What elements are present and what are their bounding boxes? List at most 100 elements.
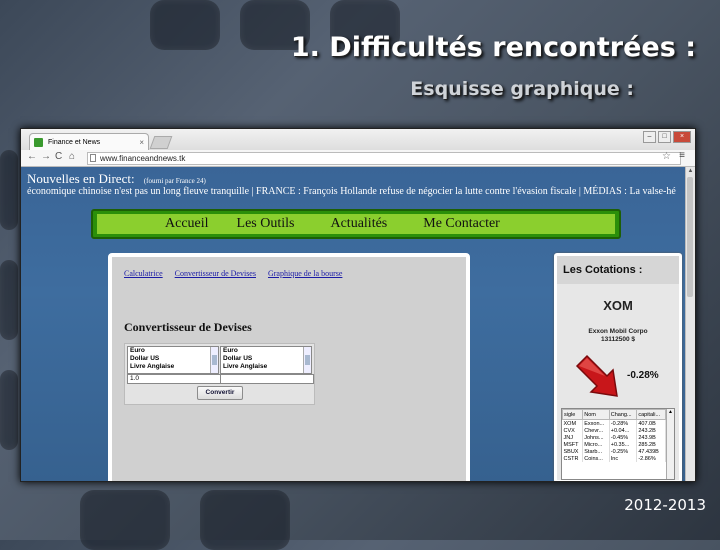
result-field[interactable] (220, 374, 314, 384)
list-item[interactable]: Dollar US (221, 355, 311, 363)
background-key (0, 150, 18, 230)
to-currency-list[interactable]: Euro Dollar US Livre Anglaise (220, 346, 312, 374)
tools-tabs: Calculatrice Convertisseur de Devises Gr… (124, 269, 352, 278)
close-tab-icon[interactable]: × (139, 134, 144, 151)
list-item[interactable]: Euro (221, 347, 311, 355)
table-cell: -0.28% (609, 419, 638, 427)
quote-symbol: XOM (603, 298, 633, 313)
browser-tab[interactable]: Finance et News × (29, 133, 149, 150)
table-scrollbar[interactable]: ▲ (666, 409, 674, 479)
tools-panel: Calculatrice Convertisseur de Devises Gr… (108, 253, 470, 481)
slide-year: 2012-2013 (624, 496, 706, 514)
window-controls: – □ × (643, 131, 691, 143)
tab-graphique[interactable]: Graphique de la bourse (268, 269, 342, 278)
table-cell: CSTR (562, 455, 584, 462)
nav-link-accueil[interactable]: Accueil (165, 214, 209, 234)
back-arrow-icon[interactable]: ← (27, 151, 37, 162)
table-cell: 407.0B (636, 419, 666, 427)
quote-company: Exxon Mobil Corpo (588, 328, 648, 335)
tab-calculatrice[interactable]: Calculatrice (124, 269, 163, 278)
background-key (0, 370, 18, 450)
table-cell: SBUX (562, 448, 584, 455)
minimize-icon[interactable]: – (643, 131, 656, 143)
address-bar[interactable]: www.financeandnews.tk (87, 152, 681, 165)
list-item[interactable]: Dollar US (128, 355, 218, 363)
browser-window: Finance et News × – □ × ← → C ⌂ www.fina… (20, 128, 696, 482)
table-cell: 243.2B (636, 427, 666, 434)
new-tab-button[interactable] (149, 136, 173, 149)
quotes-table[interactable]: sigle Nom Chang... capitali... XOM Exxon.… (561, 408, 675, 480)
table-row[interactable]: XOM Exxon... -0.28% 407.0B (562, 419, 666, 427)
quotes-panel: Les Cotations : XOM Exxon Mobil Corpo 13… (554, 253, 682, 481)
list-item[interactable]: Euro (128, 347, 218, 355)
table-cell: Coins... (582, 455, 610, 462)
nav-link-contact[interactable]: Me Contacter (423, 214, 500, 234)
news-heading: Nouvelles en Direct: (fourni par France … (27, 171, 206, 187)
table-row[interactable]: CVX Chevr... +0.04... 243.2B (562, 427, 666, 434)
table-cell: Chevr... (582, 427, 610, 434)
converter-title: Convertisseur de Devises (124, 320, 252, 334)
news-ticker[interactable]: économique chinoise n'est pas un long fl… (27, 186, 676, 197)
table-cell: -2.86% (636, 455, 666, 462)
maximize-icon[interactable]: □ (658, 131, 671, 143)
table-cell: -0.25% (609, 448, 638, 455)
convert-button[interactable]: Convertir (197, 386, 243, 400)
from-currency-list[interactable]: Euro Dollar US Livre Anglaise (127, 346, 219, 374)
column-header[interactable]: Chang... (608, 409, 638, 420)
forward-arrow-icon[interactable]: → (41, 151, 51, 162)
scroll-thumb[interactable] (687, 177, 693, 297)
table-cell: Starb... (582, 448, 610, 455)
amount-input[interactable]: 1.0 (127, 374, 221, 384)
scroll-up-icon[interactable]: ▲ (687, 168, 694, 175)
table-cell: -0.45% (609, 434, 638, 441)
home-icon[interactable]: ⌂ (69, 151, 75, 162)
reload-icon[interactable]: C (55, 151, 62, 162)
column-header[interactable]: Nom (582, 409, 610, 420)
news-heading-text: Nouvelles en Direct: (27, 171, 135, 186)
slide-title: 1. Difficultés rencontrées : (290, 32, 696, 63)
nav-link-actualites[interactable]: Actualités (330, 214, 387, 234)
table-row[interactable]: CSTR Coins... Inc -2.86% (562, 455, 666, 462)
browser-toolbar: ← → C ⌂ www.financeandnews.tk ☆ ≡ (21, 150, 695, 167)
table-cell: 47.439B (636, 448, 666, 455)
list-item[interactable]: Livre Anglaise (128, 363, 218, 371)
table-cell: Inc (609, 455, 638, 462)
page-icon (90, 154, 96, 162)
column-header[interactable]: capitali... (636, 409, 666, 420)
nav-link-outils[interactable]: Les Outils (237, 214, 295, 234)
table-cell: 285.2B (636, 441, 666, 448)
news-source-note: (fourni par France 24) (143, 177, 206, 185)
table-header-row: sigle Nom Chang... capitali... (562, 409, 666, 420)
menu-icon[interactable]: ≡ (679, 150, 685, 161)
browser-tabstrip: Finance et News × – □ × (21, 129, 695, 150)
table-cell: Johns... (582, 434, 610, 441)
table-cell: MSFT (562, 441, 584, 448)
list-scroll-thumb[interactable] (212, 355, 217, 365)
tab-convertisseur[interactable]: Convertisseur de Devises (175, 269, 256, 278)
background-key (150, 0, 220, 50)
close-window-icon[interactable]: × (673, 131, 691, 143)
slide-subtitle: Esquisse graphique : (410, 78, 634, 100)
url-text: www.financeandnews.tk (100, 154, 186, 163)
converter-form: Euro Dollar US Livre Anglaise Euro Dolla… (124, 343, 315, 405)
table-cell: +0.35... (609, 441, 638, 448)
list-scroll-thumb[interactable] (305, 355, 310, 365)
quote-value: 13112500 $ (601, 336, 635, 343)
main-nav: Accueil Les Outils Actualités Me Contact… (91, 209, 621, 239)
table-row[interactable]: JNJ Johns... -0.45% 243.9B (562, 434, 666, 441)
table-cell: Micro... (582, 441, 610, 448)
background-key (80, 490, 170, 550)
quote-change: -0.28% (627, 370, 659, 381)
table-row[interactable]: MSFT Micro... +0.35... 285.2B (562, 441, 666, 448)
background-key (200, 490, 290, 550)
bookmark-star-icon[interactable]: ☆ (662, 151, 671, 162)
column-header[interactable]: sigle (562, 409, 584, 420)
tab-title: Finance et News (48, 139, 101, 146)
list-item[interactable]: Livre Anglaise (221, 363, 311, 371)
down-trend-arrow-icon (575, 354, 618, 397)
table-cell: Exxon... (582, 419, 610, 427)
table-cell: JNJ (562, 434, 584, 441)
page-scrollbar[interactable]: ▲ (685, 167, 695, 481)
table-row[interactable]: SBUX Starb... -0.25% 47.439B (562, 448, 666, 455)
quotes-title: Les Cotations : (557, 256, 679, 284)
